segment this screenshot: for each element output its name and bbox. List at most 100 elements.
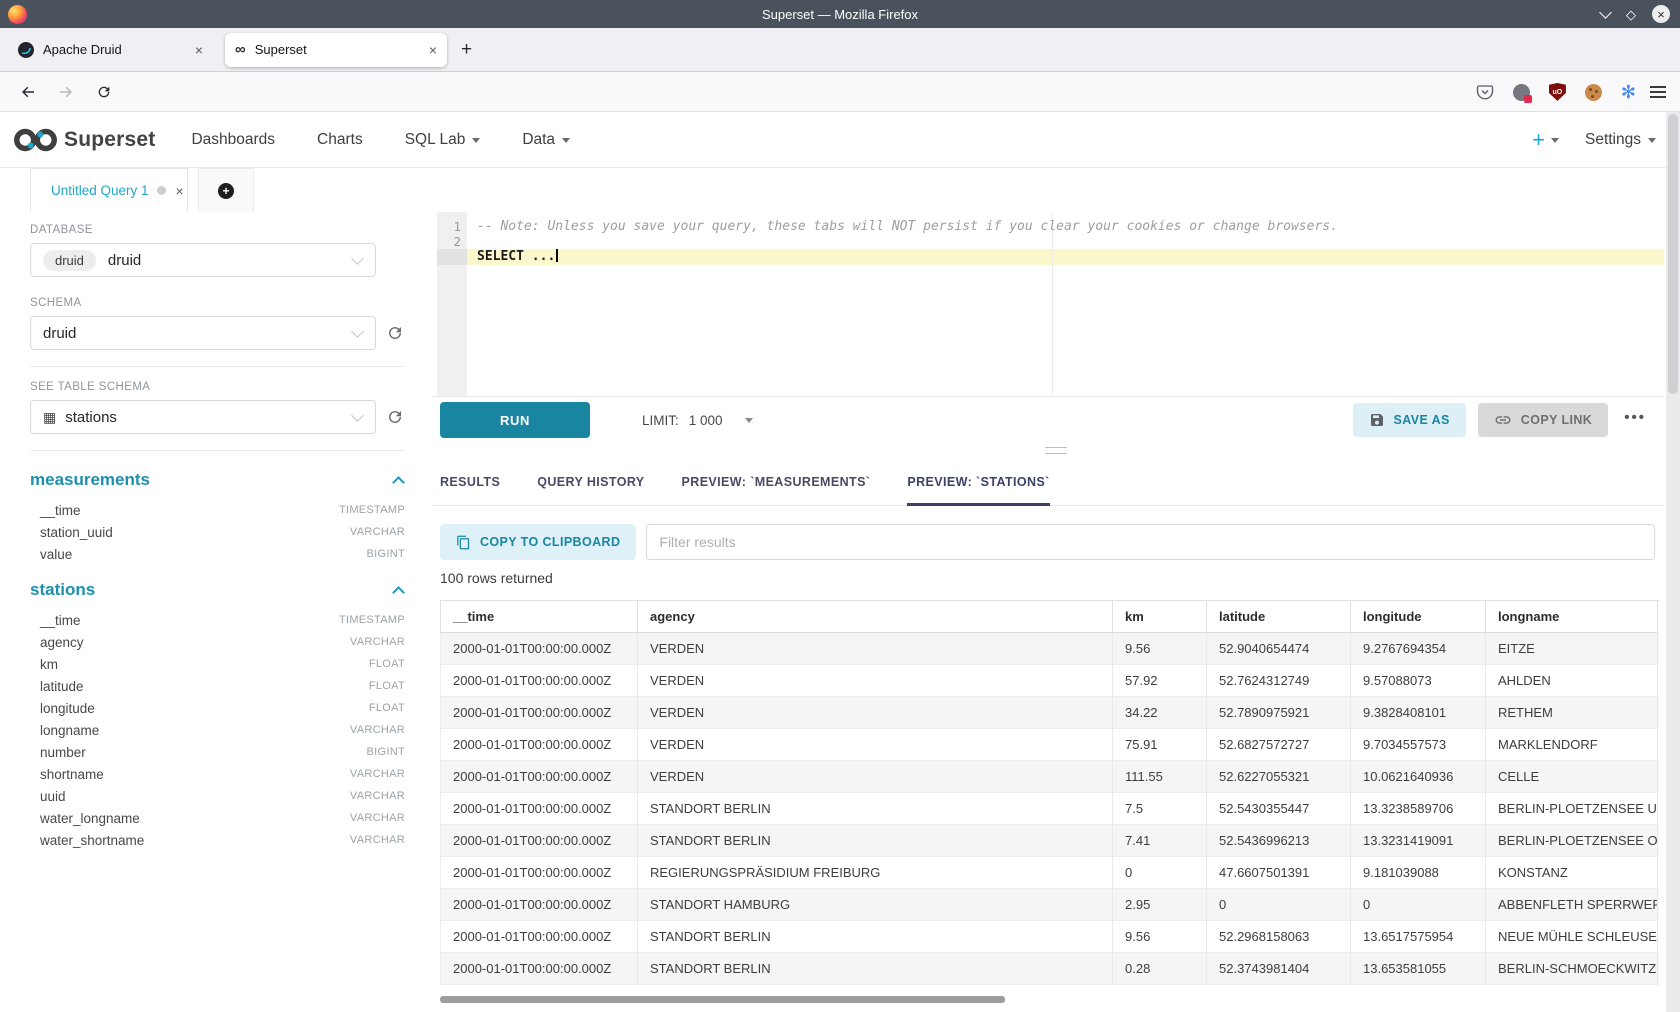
results-tab[interactable]: QUERY HISTORY [537, 458, 644, 506]
database-select[interactable]: druid druid [30, 243, 376, 277]
results-table-body: 2000-01-01T00:00:00.000ZVERDEN9.5652.904… [440, 633, 1659, 985]
collapse-chevron-icon[interactable] [392, 586, 405, 599]
refresh-schema-icon[interactable] [385, 324, 405, 342]
grid-cell: 0.28 [1113, 953, 1207, 985]
account-asterisk-icon[interactable]: ✻ [1621, 83, 1636, 101]
sql-editor[interactable]: 1 2 3 -- Note: Unless you save your quer… [432, 212, 1664, 397]
grid-row: 2000-01-01T00:00:00.000ZSTANDORT BERLIN9… [441, 921, 1659, 953]
results-tab[interactable]: PREVIEW: `MEASUREMENTS` [682, 458, 871, 506]
query-tab-untitled-query-1[interactable]: Untitled Query 1 × [30, 168, 188, 212]
pane-resize-handle[interactable] [1045, 447, 1067, 454]
copy-to-clipboard-button[interactable]: COPY TO CLIPBOARD [440, 524, 636, 560]
schema-value: druid [43, 325, 76, 342]
grid-cell: AHLDEN [1486, 665, 1658, 697]
link-icon [1494, 411, 1512, 429]
grid-column-header[interactable]: longname [1486, 601, 1658, 633]
grid-column-header[interactable]: latitude [1207, 601, 1351, 633]
grid-cell: 34.22 [1113, 697, 1207, 729]
sqllab-left-sidebar: DATABASE druid druid SCHEMA druid SEE TA… [0, 212, 432, 1012]
copy-link-button[interactable]: COPY LINK [1478, 403, 1608, 437]
new-tab-icon[interactable]: + [461, 39, 472, 61]
grid-cell: 52.7890975921 [1207, 697, 1351, 729]
column-name: water_shortname [40, 833, 144, 848]
schema-table-header[interactable]: measurements [30, 465, 405, 495]
window-maximize-icon[interactable]: ◇ [1626, 8, 1636, 21]
nav-item-label: Dashboards [191, 131, 275, 149]
nav-item-charts[interactable]: Charts [317, 131, 363, 149]
grid-column-header[interactable]: __time [441, 601, 638, 633]
nav-item-sql-lab[interactable]: SQL Lab [405, 131, 481, 149]
chevron-down-icon [745, 418, 753, 423]
copy-link-label: COPY LINK [1521, 413, 1592, 427]
grid-cell: BERLIN-SCHMOECKWITZ [1486, 953, 1658, 985]
tab-close-icon[interactable]: × [415, 42, 437, 58]
grid-column-header[interactable]: agency [638, 601, 1113, 633]
active-line-gutter [437, 249, 467, 265]
reload-icon[interactable] [90, 72, 118, 112]
cookie-extension-icon[interactable] [1585, 84, 1602, 101]
grid-column-header[interactable]: longitude [1351, 601, 1486, 633]
refresh-table-icon[interactable] [385, 408, 405, 426]
superset-logo[interactable]: Superset [12, 123, 155, 157]
new-item-button[interactable]: + [1532, 129, 1559, 151]
grid-cell: KONSTANZ [1486, 857, 1658, 889]
pocket-icon[interactable] [1476, 83, 1494, 101]
grid-cell: 7.5 [1113, 793, 1207, 825]
window-minimize-icon[interactable] [1599, 6, 1612, 19]
page-scrollbar-thumb[interactable] [1668, 114, 1678, 394]
window-title: Superset — Mozilla Firefox [0, 7, 1680, 22]
more-options-icon[interactable]: ••• [1620, 409, 1650, 432]
column-name: value [40, 547, 72, 562]
tab-close-icon[interactable]: × [181, 42, 203, 58]
grid-cell: ABBENFLETH SPERRWERK [1486, 889, 1658, 921]
see-table-schema-label: SEE TABLE SCHEMA [30, 381, 405, 393]
browser-tab-apache-druid[interactable]: Apache Druid × [8, 33, 213, 67]
nav-item-dashboards[interactable]: Dashboards [191, 131, 275, 149]
nav-item-data[interactable]: Data [522, 131, 570, 149]
grid-cell: MARKLENDORF [1486, 729, 1658, 761]
horizontal-scrollbar-thumb[interactable] [440, 996, 1005, 1003]
grid-cell: 2000-01-01T00:00:00.000Z [441, 825, 638, 857]
editor-toolbar: RUN LIMIT: 1 000 SAVE AS COPY LINK ••• [432, 397, 1664, 443]
grid-cell: 52.2968158063 [1207, 921, 1351, 953]
grid-column-header[interactable]: km [1113, 601, 1207, 633]
grid-cell: STANDORT BERLIN [638, 921, 1113, 953]
browser-toolbar: 172.18.0.4:32251/superset/sqllab/ ☆ uO ✻ [0, 72, 1680, 112]
limit-dropdown[interactable]: LIMIT: 1 000 [642, 413, 753, 428]
run-button[interactable]: RUN [440, 402, 590, 438]
extension-icon[interactable] [1513, 84, 1530, 101]
column-name: longitude [40, 701, 95, 716]
line-number: 1 [453, 219, 461, 234]
add-query-tab-button[interactable]: + [198, 168, 254, 212]
close-icon[interactable]: × [176, 183, 184, 199]
results-tab-label: QUERY HISTORY [537, 475, 644, 489]
menu-hamburger-icon[interactable] [1650, 72, 1666, 112]
table-schema-select[interactable]: ▦ stations [30, 400, 376, 434]
results-tab-label: RESULTS [440, 475, 500, 489]
browser-tab-superset[interactable]: ∞ Superset × [225, 33, 447, 67]
results-tab[interactable]: RESULTS [440, 458, 500, 506]
grid-cell: 9.56 [1113, 921, 1207, 953]
ublock-origin-icon[interactable]: uO [1549, 83, 1566, 101]
nav-item-label: Data [522, 131, 555, 149]
limit-value: 1 000 [689, 413, 723, 428]
settings-menu[interactable]: Settings [1585, 131, 1656, 149]
column-type: BIGINT [367, 746, 405, 758]
editor-comment-line: -- Note: Unless you save your query, the… [477, 219, 1664, 234]
forward-icon[interactable] [52, 72, 80, 112]
window-titlebar: Superset — Mozilla Firefox ◇ × [0, 0, 1680, 28]
schema-select[interactable]: druid [30, 316, 376, 350]
editor-sql-line: SELECT ... [477, 249, 1664, 264]
results-tab[interactable]: PREVIEW: `STATIONS` [907, 458, 1049, 506]
back-icon[interactable] [14, 72, 42, 112]
filter-results-input[interactable] [646, 524, 1655, 560]
save-as-button[interactable]: SAVE AS [1353, 403, 1466, 437]
grid-cell: STANDORT BERLIN [638, 953, 1113, 985]
superset-favicon-icon: ∞ [235, 42, 246, 57]
sql-text: SELECT ... [477, 249, 555, 264]
window-close-icon[interactable]: × [1652, 5, 1670, 23]
schema-column-row: shortnameVARCHAR [30, 763, 405, 785]
collapse-chevron-icon[interactable] [392, 476, 405, 489]
page-scrollbar-track[interactable] [1666, 112, 1680, 1012]
schema-table-header[interactable]: stations [30, 575, 405, 605]
